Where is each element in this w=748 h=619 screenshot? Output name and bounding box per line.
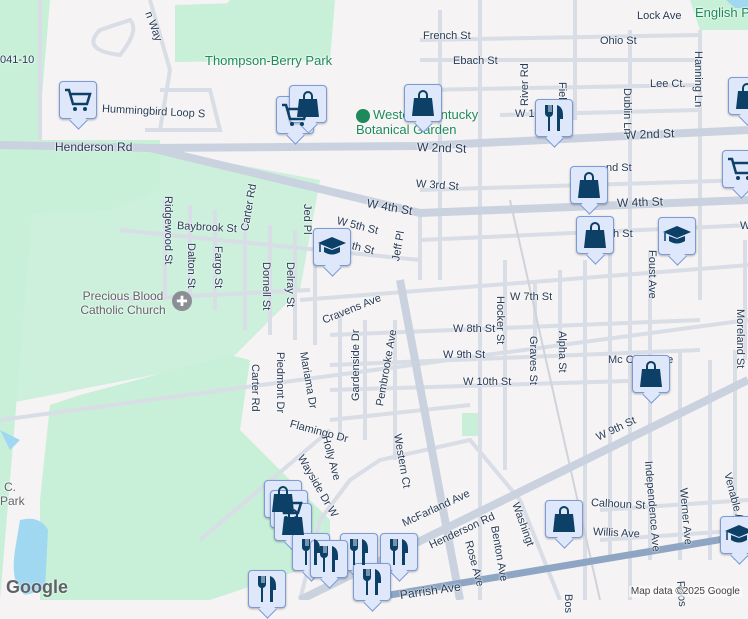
street-label: Ohio St xyxy=(600,35,637,47)
street-label: W 8th St xyxy=(453,323,496,335)
street-label: Hanning Ln xyxy=(692,51,704,108)
grocery-icon xyxy=(65,88,92,111)
shopping-marker[interactable] xyxy=(545,500,583,538)
street-label: French St xyxy=(423,30,471,42)
shopping-icon xyxy=(553,506,575,532)
school-marker[interactable] xyxy=(658,217,696,255)
poi-thompson-berry-park[interactable]: Thompson-Berry Park xyxy=(205,54,332,68)
shopping-marker[interactable] xyxy=(404,84,442,122)
poi-english-park[interactable]: English P xyxy=(695,6,748,20)
shopping-marker[interactable] xyxy=(570,166,608,204)
street-label: Carter Rd xyxy=(249,364,261,412)
restaurant-marker[interactable] xyxy=(248,570,286,608)
street-label: Dalton St xyxy=(185,243,197,289)
shopping-marker[interactable] xyxy=(576,216,614,254)
shopping-icon xyxy=(584,222,606,248)
google-logo: Google xyxy=(6,577,68,597)
poi-c-park[interactable]: C. Park xyxy=(0,480,25,508)
restaurant-marker[interactable] xyxy=(535,99,573,137)
street-label: W 10th St xyxy=(463,376,512,388)
street-label: Gardenside Dr xyxy=(350,329,362,401)
poi-church[interactable]: Precious Blood Catholic Church xyxy=(68,289,178,317)
street-label: W 2nd St xyxy=(416,140,467,156)
street-label: nd St xyxy=(606,162,632,174)
street-label: Graves St xyxy=(527,336,539,385)
street-label: W 4th St xyxy=(616,194,664,210)
street-label: W 7th St xyxy=(510,291,553,303)
street-label: Bos xyxy=(562,594,574,613)
map-attribution[interactable]: Map data ©2025 Google xyxy=(628,586,742,597)
street-label: Jed Pl xyxy=(301,204,313,235)
street-label: W xyxy=(740,220,748,232)
church-icon: ✚ xyxy=(172,291,192,311)
grocery-icon xyxy=(728,157,748,180)
school-icon xyxy=(725,525,748,543)
garden-icon xyxy=(356,108,370,123)
street-label: Piedmont Dr xyxy=(274,352,286,414)
restaurant-icon xyxy=(545,105,563,131)
restaurant-marker[interactable] xyxy=(353,563,391,601)
street-label: Willis Ave xyxy=(592,526,641,541)
street-label: Lock Ave xyxy=(637,10,682,22)
street-label: Delray St xyxy=(284,262,296,308)
street-label: W 1 xyxy=(515,108,535,120)
school-marker[interactable] xyxy=(313,228,351,266)
street-label: Ebach St xyxy=(453,55,498,67)
street-label: W 9th St xyxy=(443,349,486,361)
street-label: Alpha St xyxy=(556,331,568,373)
shopping-marker[interactable] xyxy=(632,355,670,393)
school-icon xyxy=(318,237,346,255)
shopping-icon xyxy=(412,90,434,116)
street-label: 041-10 xyxy=(0,54,35,66)
street-label: Dublin Ln xyxy=(621,88,633,135)
restaurant-icon xyxy=(363,569,381,595)
restaurant-icon xyxy=(350,539,368,565)
street-label: Moreland St xyxy=(734,309,746,369)
restaurant-icon xyxy=(390,539,408,565)
shopping-icon xyxy=(297,91,319,117)
street-label: Lee Ct. xyxy=(650,78,686,90)
street-label: Foust Ave xyxy=(646,250,658,299)
street-label: Ridgewood St xyxy=(162,196,174,265)
shopping-icon xyxy=(578,172,600,198)
shopping-icon xyxy=(282,509,304,535)
school-icon xyxy=(663,226,691,244)
school-marker[interactable] xyxy=(720,516,748,554)
shopping-marker[interactable] xyxy=(728,77,748,115)
restaurant-icon xyxy=(320,546,338,572)
street-label: Hocker St xyxy=(494,296,506,345)
shopping-icon xyxy=(736,83,748,109)
street-label: Dornell St xyxy=(260,262,272,311)
street-label: Henderson Rd xyxy=(55,140,133,154)
restaurant-icon xyxy=(258,576,276,602)
grocery-marker[interactable] xyxy=(59,81,97,119)
shopping-icon xyxy=(640,361,662,387)
grocery-marker[interactable] xyxy=(722,150,748,188)
street-label: Fargo St xyxy=(212,246,224,289)
street-label: River Rd xyxy=(519,63,531,106)
